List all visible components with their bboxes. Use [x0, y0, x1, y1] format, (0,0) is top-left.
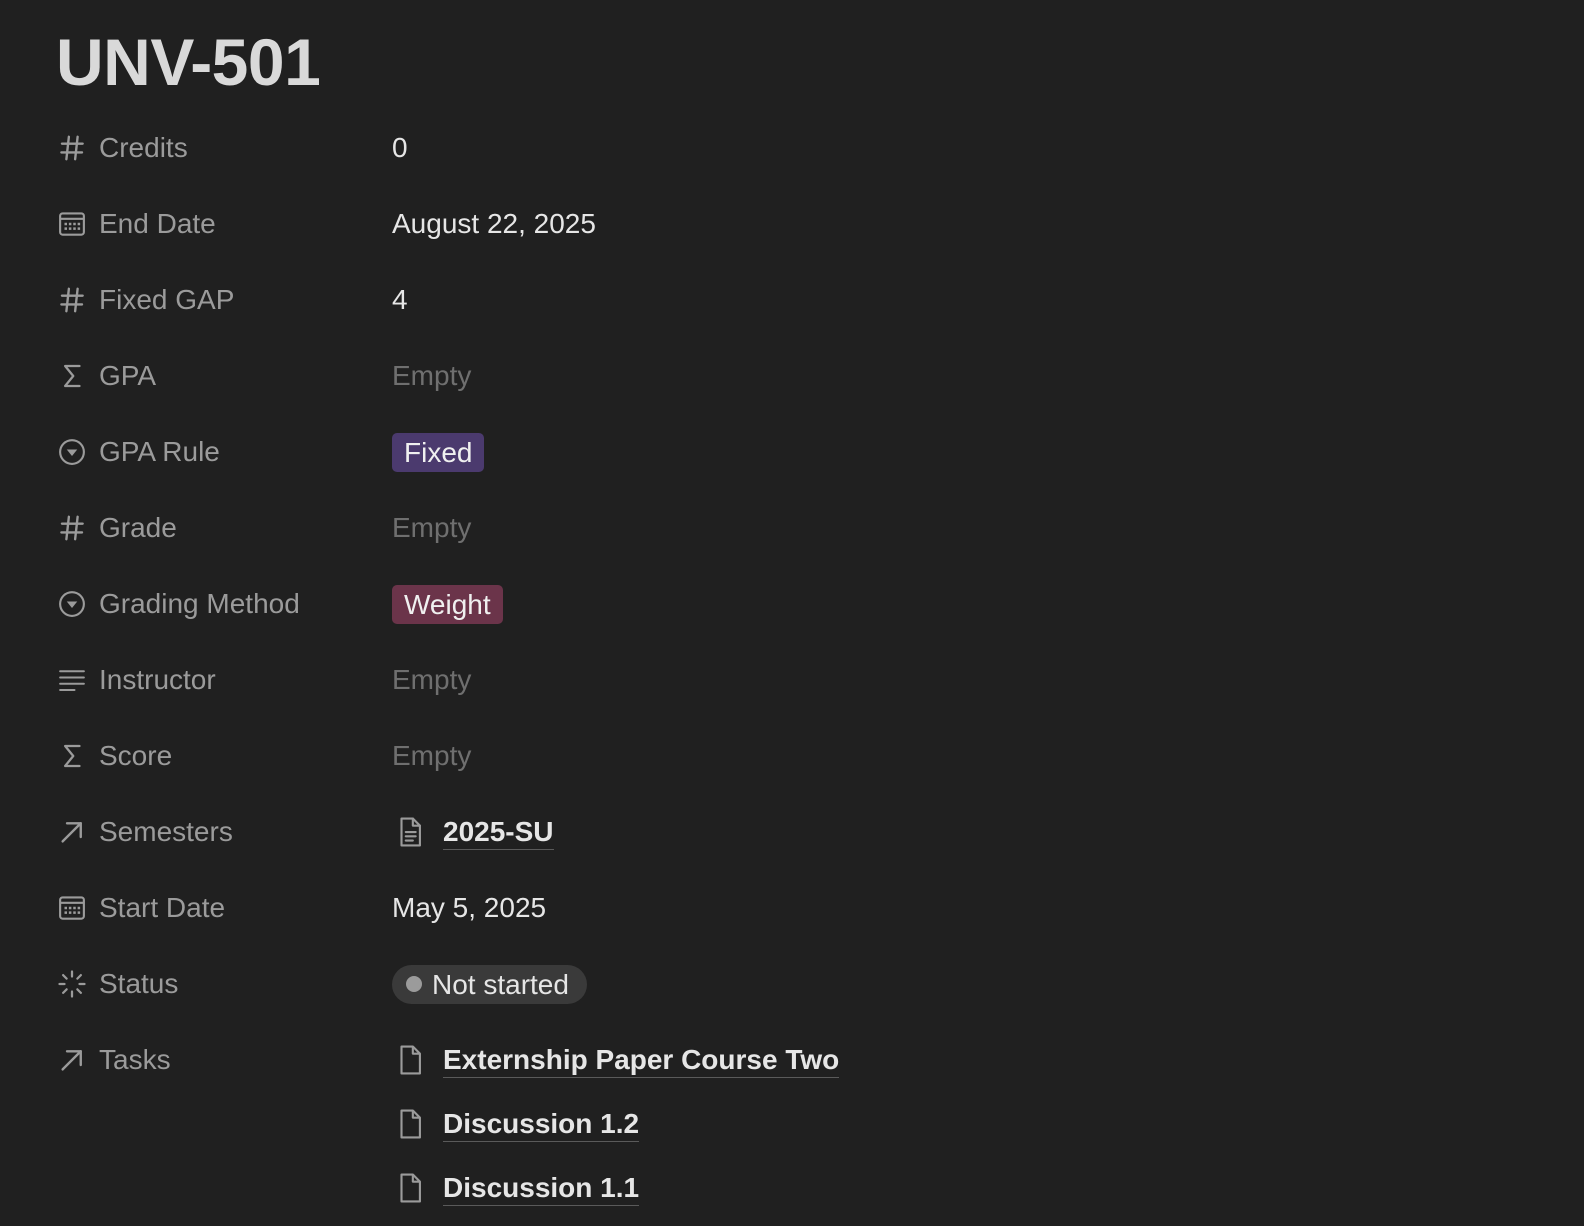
relation-link-externship-paper-course-two[interactable]: Externship Paper Course Two — [392, 1040, 840, 1080]
property-value-tasks[interactable]: Externship Paper Course Two Discussion 1.… — [392, 1040, 840, 1208]
property-label-tasks[interactable]: Tasks — [56, 1040, 392, 1080]
property-label-text: Credits — [99, 132, 188, 163]
property-value-gpa[interactable]: Empty — [392, 360, 471, 392]
select-icon — [56, 436, 88, 468]
property-row-grade: Grade Empty — [56, 490, 1536, 566]
property-row-tasks: Tasks Externship Paper Course Two Discussi… — [56, 1022, 1536, 1208]
relation-link-text[interactable]: Discussion 1.1 — [443, 1171, 640, 1206]
property-value-score[interactable]: Empty — [392, 740, 471, 772]
select-tag[interactable]: Fixed — [392, 432, 485, 472]
property-label-gpa-rule[interactable]: GPA Rule — [56, 436, 392, 468]
page-title[interactable]: UNV-501 — [56, 24, 321, 100]
property-row-gpa-rule: GPA Rule Fixed — [56, 414, 1536, 490]
property-label-text: End Date — [99, 208, 216, 239]
property-row-grading-method: Grading Method Weight — [56, 566, 1536, 642]
property-label-credits[interactable]: Credits — [56, 132, 392, 164]
property-value-instructor[interactable]: Empty — [392, 664, 471, 696]
property-label-gpa[interactable]: GPA — [56, 360, 392, 392]
property-value-gpa-rule[interactable]: Fixed — [392, 432, 485, 472]
property-label-start-date[interactable]: Start Date — [56, 892, 392, 924]
number-icon — [56, 132, 88, 164]
property-row-semesters: Semesters 2025-SU — [56, 794, 1536, 870]
property-value-grading-method[interactable]: Weight — [392, 584, 503, 624]
relation-link-discussion-1-2[interactable]: Discussion 1.2 — [392, 1104, 839, 1144]
property-value-grade[interactable]: Empty — [392, 512, 471, 544]
property-label-end-date[interactable]: End Date — [56, 208, 392, 240]
property-value-credits[interactable]: 0 — [392, 132, 408, 164]
select-tag[interactable]: Weight — [392, 584, 503, 624]
status-text: Not started — [432, 968, 569, 1000]
property-label-text: Status — [99, 968, 179, 999]
relation-arrow-icon — [56, 1044, 88, 1076]
property-value-semesters[interactable]: 2025-SU — [392, 812, 554, 852]
relation-list: Externship Paper Course Two Discussion 1.… — [392, 1040, 840, 1208]
page-icon — [392, 1106, 428, 1142]
number-icon — [56, 512, 88, 544]
property-label-text: GPA Rule — [99, 436, 220, 467]
property-value-start-date[interactable]: May 5, 2025 — [392, 892, 546, 924]
property-label-instructor[interactable]: Instructor — [56, 664, 392, 696]
property-value-end-date[interactable]: August 22, 2025 — [392, 208, 596, 240]
property-label-semesters[interactable]: Semesters — [56, 816, 392, 848]
relation-link-2025-su[interactable]: 2025-SU — [392, 812, 554, 852]
page-lines-icon — [392, 814, 428, 850]
status-badge[interactable]: Not started — [392, 964, 587, 1004]
property-label-grade[interactable]: Grade — [56, 512, 392, 544]
property-label-text: Grading Method — [99, 588, 300, 619]
relation-list: 2025-SU — [392, 812, 554, 852]
relation-link-text[interactable]: 2025-SU — [443, 815, 554, 850]
property-row-status: Status Not started — [56, 946, 1536, 1022]
calendar-icon — [56, 208, 88, 240]
property-label-score[interactable]: Score — [56, 740, 392, 772]
relation-arrow-icon — [56, 816, 88, 848]
property-value-fixed-gap[interactable]: 4 — [392, 284, 408, 316]
number-icon — [56, 284, 88, 316]
property-row-start-date: Start Date May 5, 2025 — [56, 870, 1536, 946]
properties-list: Credits 0 End Date August 22, 2025 Fixed GAP… — [56, 110, 1536, 1208]
property-row-score: Score Empty — [56, 718, 1536, 794]
status-dot-icon — [406, 976, 422, 992]
status-spinner-icon — [56, 968, 88, 1000]
page-icon — [392, 1170, 428, 1206]
property-row-end-date: End Date August 22, 2025 — [56, 186, 1536, 262]
property-label-text: Score — [99, 740, 173, 771]
property-label-text: Tasks — [99, 1044, 171, 1075]
relation-link-discussion-1-1[interactable]: Discussion 1.1 — [392, 1168, 839, 1208]
property-label-text: Grade — [99, 512, 177, 543]
relation-link-text[interactable]: Externship Paper Course Two — [443, 1043, 840, 1078]
property-label-text: Instructor — [99, 664, 216, 695]
property-label-fixed-gap[interactable]: Fixed GAP — [56, 284, 392, 316]
sigma-icon — [56, 360, 88, 392]
text-lines-icon — [56, 664, 88, 696]
property-label-text: Fixed GAP — [99, 284, 235, 315]
property-label-text: Semesters — [99, 816, 233, 847]
property-row-fixed-gap: Fixed GAP 4 — [56, 262, 1536, 338]
calendar-icon — [56, 892, 88, 924]
relation-link-text[interactable]: Discussion 1.2 — [443, 1107, 640, 1142]
property-value-status[interactable]: Not started — [392, 964, 587, 1004]
property-row-instructor: Instructor Empty — [56, 642, 1536, 718]
property-row-credits: Credits 0 — [56, 110, 1536, 186]
property-label-text: GPA — [99, 360, 157, 391]
property-label-status[interactable]: Status — [56, 968, 392, 1000]
page-icon — [392, 1042, 428, 1078]
property-label-text: Start Date — [99, 892, 226, 923]
sigma-icon — [56, 740, 88, 772]
property-row-gpa: GPA Empty — [56, 338, 1536, 414]
select-icon — [56, 588, 88, 620]
property-label-grading-method[interactable]: Grading Method — [56, 588, 392, 620]
